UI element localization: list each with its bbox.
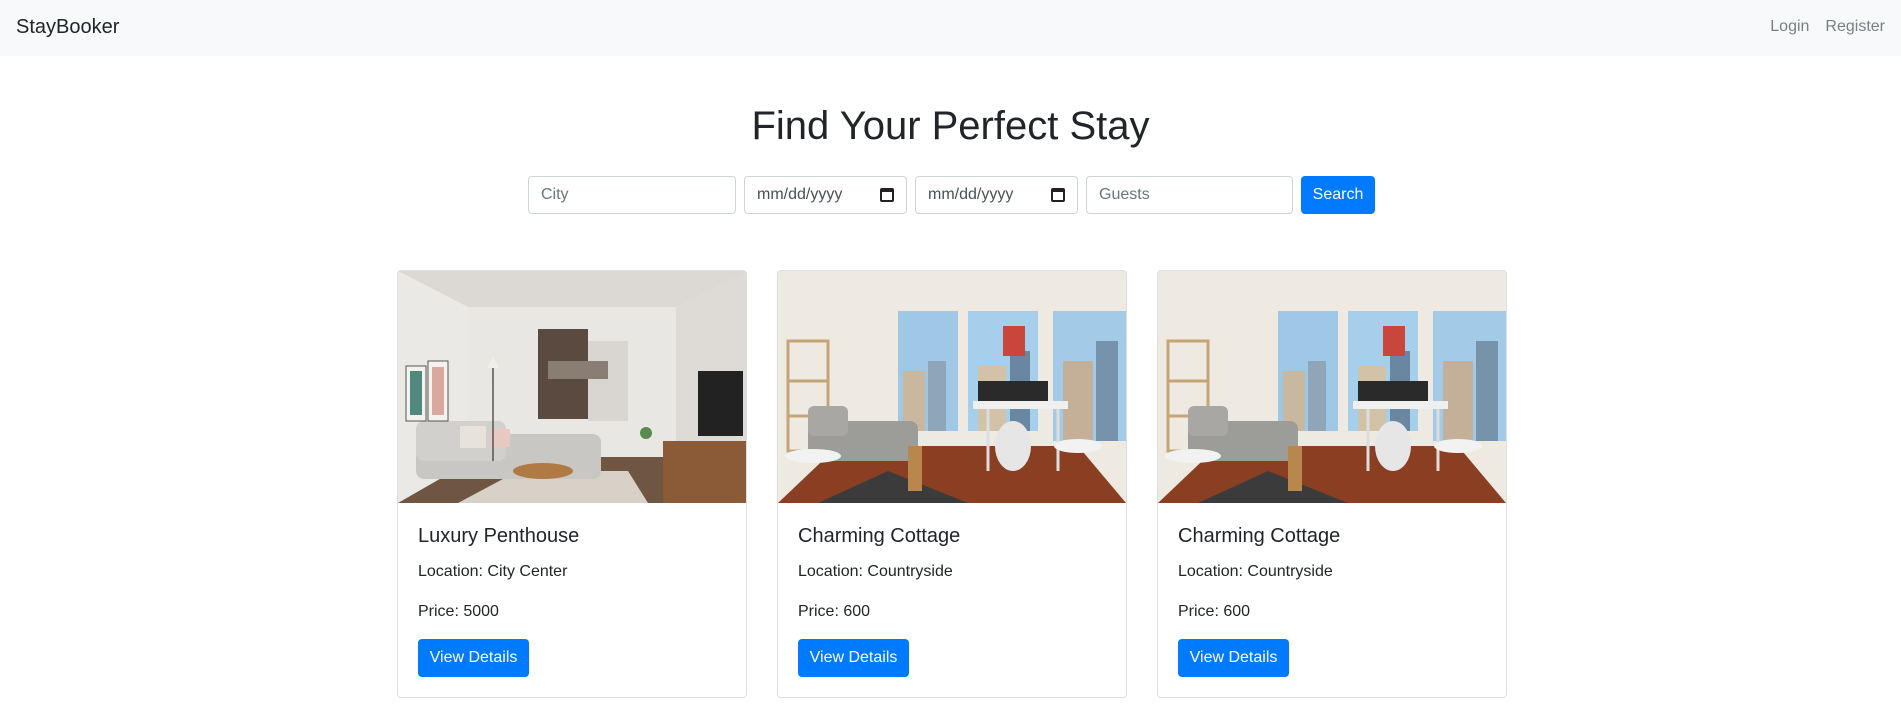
city-input[interactable]: City xyxy=(528,176,736,214)
city-placeholder: City xyxy=(541,186,569,203)
page-title: Find Your Perfect Stay xyxy=(751,104,1150,148)
listing-card: Charming Cottage Location: Countryside P… xyxy=(777,270,1127,698)
listing-location: Location: Countryside xyxy=(798,563,953,580)
view-details-button[interactable]: View Details xyxy=(798,639,909,677)
checkout-date-input[interactable]: mm/dd/yyyy xyxy=(915,176,1078,214)
listing-title: Charming Cottage xyxy=(798,525,961,547)
office-living-room-photo-icon xyxy=(778,271,1126,503)
listing-price: Price: 5000 xyxy=(418,603,499,620)
listing-image xyxy=(1158,271,1506,503)
navbar: StayBooker Login Register xyxy=(0,0,1901,56)
brand-logo[interactable]: StayBooker xyxy=(16,16,119,39)
listing-location: Location: Countryside xyxy=(1178,563,1333,580)
calendar-icon[interactable] xyxy=(1051,188,1065,202)
checkin-date-input[interactable]: mm/dd/yyyy xyxy=(744,176,907,214)
guests-input[interactable]: Guests xyxy=(1086,176,1293,214)
listing-title: Luxury Penthouse xyxy=(418,525,580,547)
login-link[interactable]: Login xyxy=(1770,18,1809,36)
nav-links: Login Register xyxy=(1770,18,1885,36)
register-link[interactable]: Register xyxy=(1825,18,1885,36)
office-living-room-photo-icon xyxy=(1158,271,1506,503)
guests-placeholder: Guests xyxy=(1099,186,1150,203)
checkin-date-value: mm/dd/yyyy xyxy=(757,186,843,203)
search-button[interactable]: Search xyxy=(1301,176,1375,214)
listing-image xyxy=(398,271,746,503)
checkout-date-value: mm/dd/yyyy xyxy=(928,186,1014,203)
view-details-button[interactable]: View Details xyxy=(418,639,529,677)
calendar-icon[interactable] xyxy=(880,188,894,202)
view-details-button[interactable]: View Details xyxy=(1178,639,1289,677)
listing-card: Charming Cottage Location: Countryside P… xyxy=(1157,270,1507,698)
listing-location: Location: City Center xyxy=(418,563,568,580)
living-room-photo-icon xyxy=(398,271,746,503)
listing-title: Charming Cottage xyxy=(1178,525,1341,547)
listing-card: Luxury Penthouse Location: City Center P… xyxy=(397,270,747,698)
listing-price: Price: 600 xyxy=(798,603,871,620)
listing-image xyxy=(778,271,1126,503)
listing-price: Price: 600 xyxy=(1178,603,1251,620)
